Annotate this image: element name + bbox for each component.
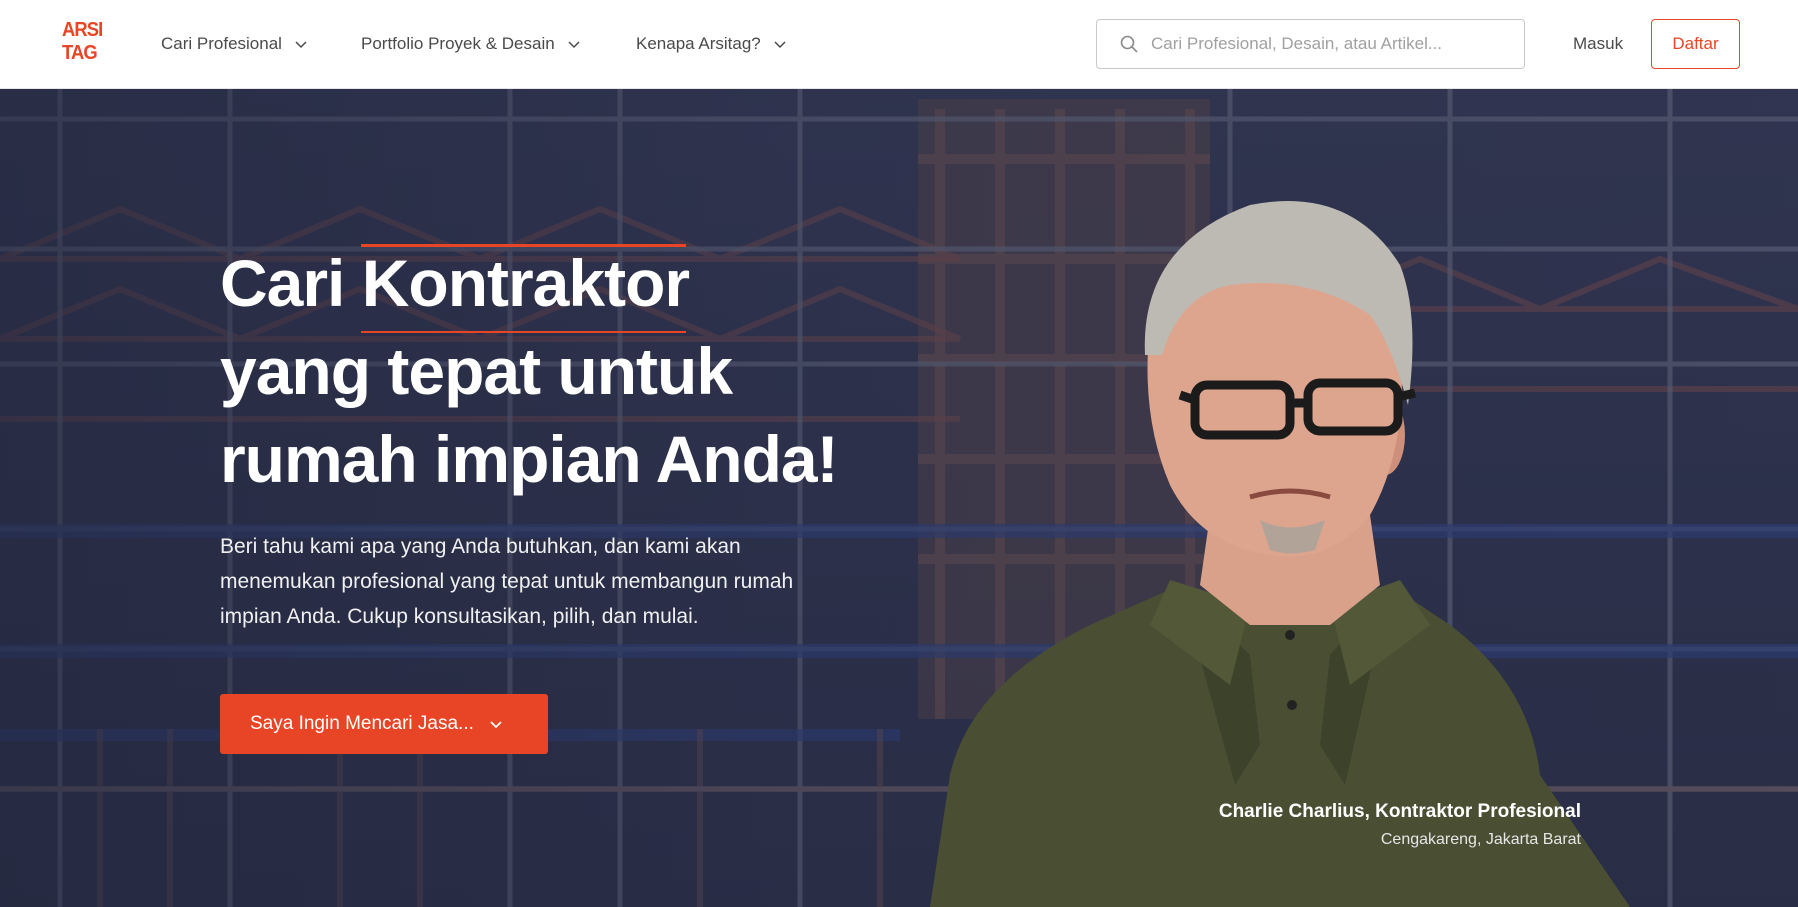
search-input[interactable]: [1151, 34, 1511, 54]
nav-item-label: Kenapa Arsitag?: [636, 34, 761, 53]
search-box[interactable]: [1096, 19, 1525, 69]
headline-accent-line-bottom: [361, 331, 686, 333]
nav-kenapa-arsitag[interactable]: Kenapa Arsitag?: [636, 30, 787, 58]
chevron-down-icon: [568, 41, 580, 49]
headline-line-3: rumah impian Anda!: [220, 422, 839, 496]
arsitag-logo[interactable]: ARSI TAG: [62, 19, 108, 69]
hero-headline: Cari Kontraktor yang tepat untuk rumah i…: [220, 239, 920, 503]
register-button[interactable]: Daftar: [1651, 19, 1740, 69]
cta-label: Saya Ingin Mencari Jasa...: [250, 713, 474, 734]
hero-section: Cari Kontraktor yang tepat untuk rumah i…: [0, 89, 1798, 907]
hero-description: Beri tahu kami apa yang Anda butuhkan, d…: [220, 535, 794, 628]
nav-cari-profesional[interactable]: Cari Profesional: [161, 30, 308, 58]
logo-line-2: TAG: [62, 42, 98, 64]
chevron-down-icon: [490, 721, 502, 729]
top-navbar: ARSI TAG Cari Profesional Portfolio Proy…: [0, 0, 1798, 89]
find-service-dropdown-button[interactable]: Saya Ingin Mencari Jasa...: [220, 694, 548, 754]
nav-portfolio-proyek-desain[interactable]: Portfolio Proyek & Desain: [361, 30, 581, 58]
login-link[interactable]: Masuk: [1573, 30, 1623, 58]
chevron-down-icon: [774, 41, 786, 49]
search-icon: [1120, 35, 1138, 53]
nav-item-label: Portfolio Proyek & Desain: [361, 34, 555, 53]
nav-item-label: Cari Profesional: [161, 34, 282, 53]
chevron-down-icon: [295, 41, 307, 49]
portrait-caption-name: Charlie Charlius, Kontraktor Profesional: [1218, 801, 1581, 822]
headline-line-2: yang tepat untuk: [220, 334, 733, 408]
portrait-caption-location: Cengakareng, Jakarta Barat: [1380, 831, 1581, 848]
headline-line-1: Cari Kontraktor: [220, 246, 690, 320]
logo-line-1: ARSI: [62, 19, 103, 41]
contractor-portrait: [930, 201, 1630, 907]
